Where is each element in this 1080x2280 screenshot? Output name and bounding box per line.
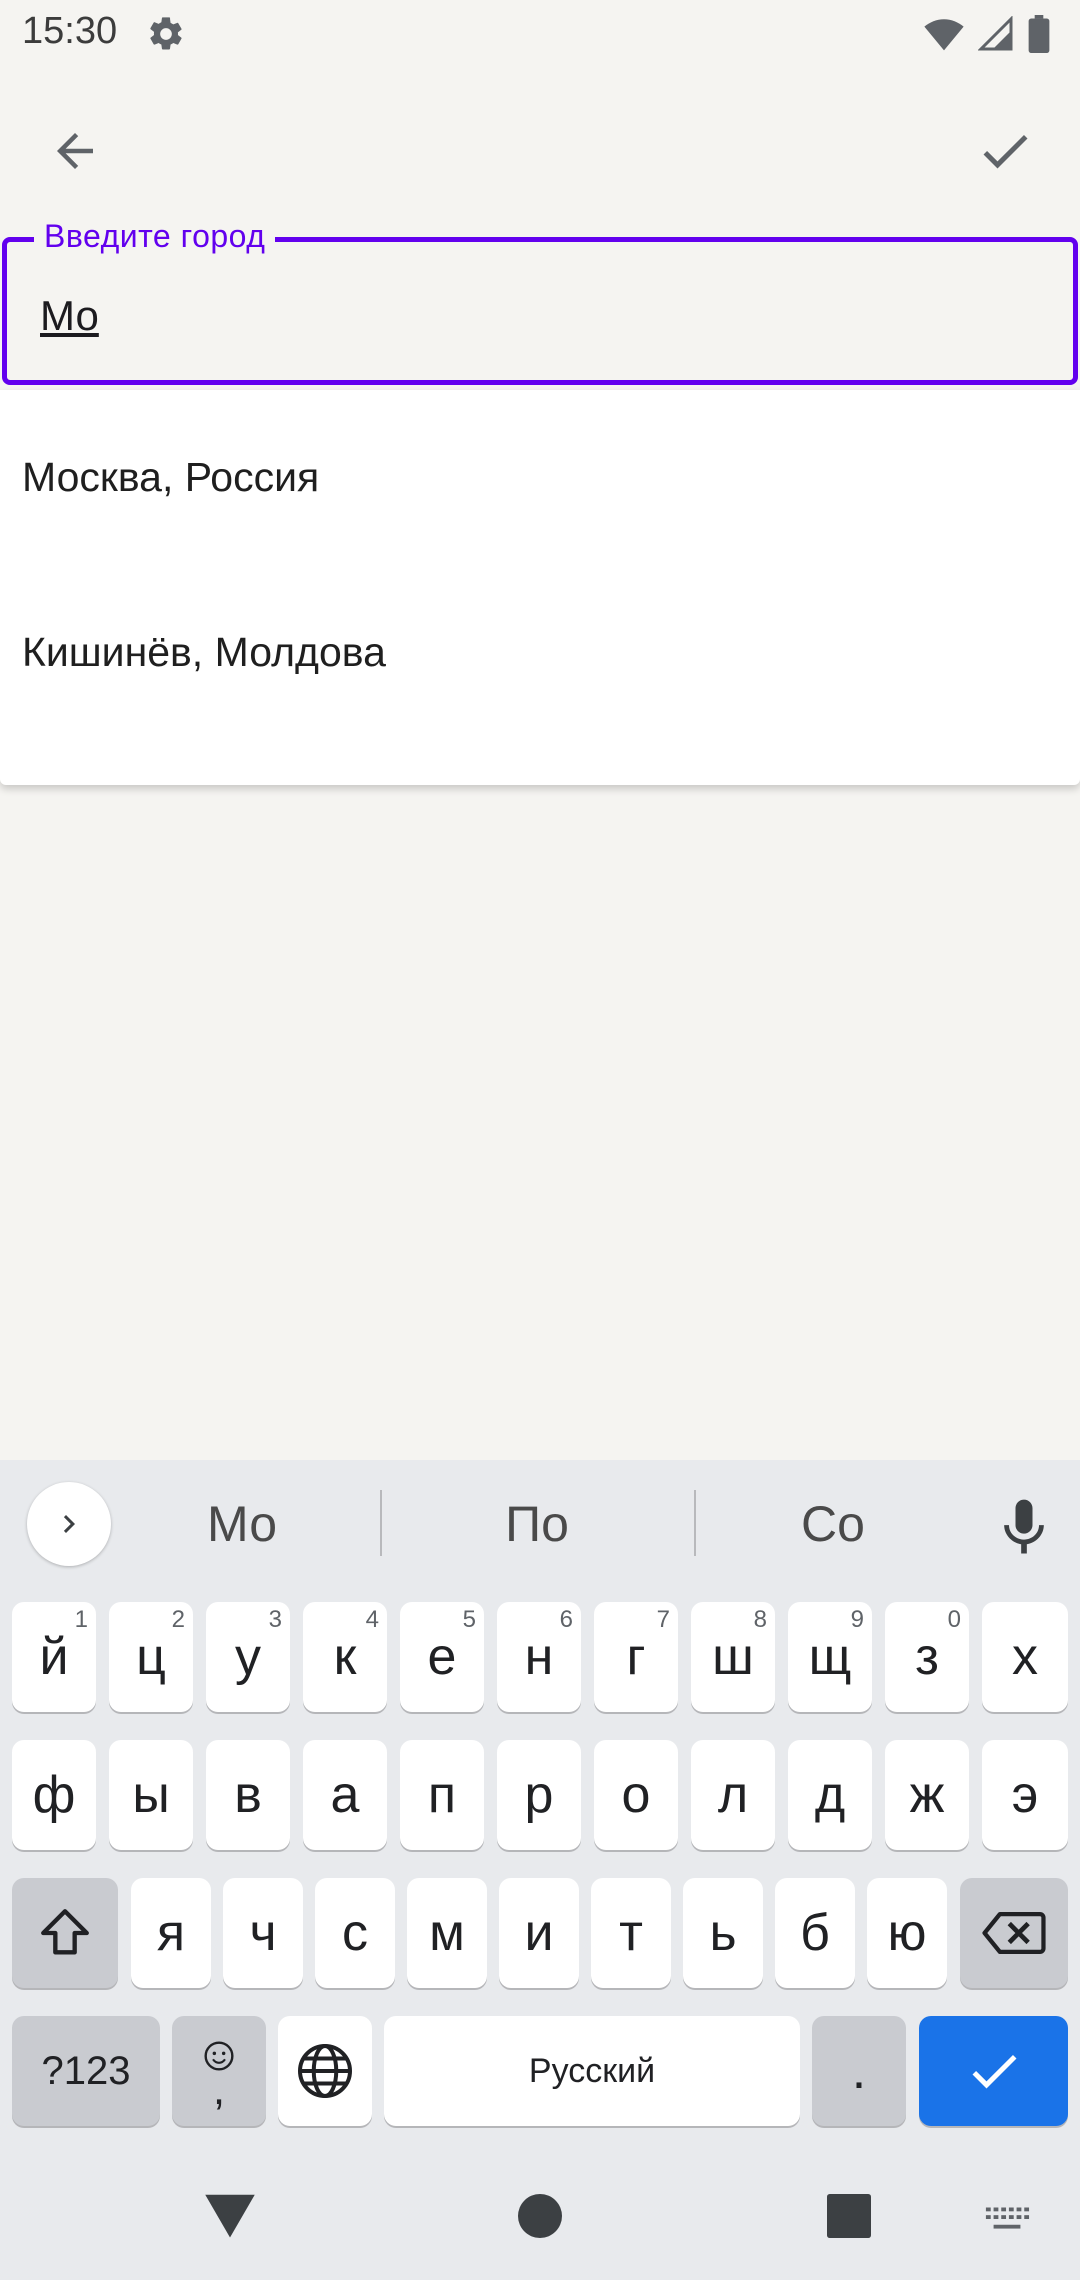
key-с[interactable]: с xyxy=(315,1878,395,1988)
nav-home-icon[interactable] xyxy=(518,2194,562,2238)
check-icon xyxy=(983,134,1028,169)
key-в[interactable]: в xyxy=(206,1740,290,1850)
settings-icon xyxy=(150,17,182,50)
key-ж[interactable]: ж xyxy=(885,1740,969,1850)
language-key[interactable] xyxy=(278,2016,372,2126)
chevron-right-icon xyxy=(63,1515,75,1533)
suggestion-item[interactable]: Москва, Россия xyxy=(0,390,1080,565)
keyboard: Мо По Со й1 ц2 у3 к4 е5 н6 г7 ш8 щ9 з0 х… xyxy=(0,1460,1080,2280)
suggestions-dropdown: Москва, Россия Кишинёв, Молдова xyxy=(0,390,1080,785)
globe-icon xyxy=(298,2044,352,2098)
key-hint: 9 xyxy=(850,1606,864,1633)
key-н[interactable]: н6 xyxy=(497,1602,581,1712)
signal-icon xyxy=(978,16,1013,51)
nav-recents-icon[interactable] xyxy=(827,2194,871,2238)
key-б[interactable]: б xyxy=(775,1878,855,1988)
key-ш[interactable]: ш8 xyxy=(691,1602,775,1712)
key-е[interactable]: е5 xyxy=(400,1602,484,1712)
key-з[interactable]: з0 xyxy=(885,1602,969,1712)
keyboard-switch-icon[interactable] xyxy=(984,2204,1030,2234)
key-hint: 4 xyxy=(365,1606,379,1633)
key-ц[interactable]: ц2 xyxy=(109,1602,193,1712)
key-label: х xyxy=(1012,1628,1038,1686)
keyboard-suggestion-strip: Мо По Со xyxy=(0,1460,1080,1586)
key-label: г xyxy=(626,1628,646,1686)
back-button[interactable] xyxy=(30,106,120,196)
battery-icon xyxy=(1028,15,1050,53)
key-label: з xyxy=(915,1628,939,1686)
key-ю[interactable]: ю xyxy=(867,1878,947,1988)
key-а[interactable]: а xyxy=(303,1740,387,1850)
microphone-icon[interactable] xyxy=(990,1494,1058,1562)
key-hint: 6 xyxy=(559,1606,573,1633)
key-х[interactable]: х xyxy=(982,1602,1068,1712)
key-hint: 0 xyxy=(947,1606,961,1633)
keyboard-suggestion[interactable]: По xyxy=(417,1482,657,1566)
key-hint: 5 xyxy=(462,1606,476,1633)
enter-key[interactable] xyxy=(919,2016,1068,2126)
key-т[interactable]: т xyxy=(591,1878,671,1988)
key-label: щ xyxy=(808,1628,852,1686)
expand-toolbar-button[interactable] xyxy=(27,1482,111,1566)
key-у[interactable]: у3 xyxy=(206,1602,290,1712)
confirm-button[interactable] xyxy=(960,106,1050,196)
key-ч[interactable]: ч xyxy=(223,1878,303,1988)
check-icon xyxy=(972,2054,1016,2089)
key-щ[interactable]: щ9 xyxy=(788,1602,872,1712)
key-hint: 1 xyxy=(74,1606,88,1633)
keyboard-suggestion[interactable]: Со xyxy=(713,1482,953,1566)
key-д[interactable]: д xyxy=(788,1740,872,1850)
key-л[interactable]: л xyxy=(691,1740,775,1850)
symbols-key[interactable]: ?123 xyxy=(12,2016,160,2126)
suggestion-divider xyxy=(694,1490,696,1556)
key-р[interactable]: р xyxy=(497,1740,581,1850)
key-label: к xyxy=(333,1628,357,1686)
key-я[interactable]: я xyxy=(131,1878,211,1988)
key-label: ц xyxy=(136,1628,166,1686)
key-hint: 8 xyxy=(753,1606,767,1633)
key-hint: 3 xyxy=(268,1606,282,1633)
space-key[interactable]: Русский xyxy=(384,2016,800,2126)
key-hint: 2 xyxy=(171,1606,185,1633)
arrow-back-icon xyxy=(57,133,93,169)
status-time: 15:30 xyxy=(22,10,118,52)
wifi-icon xyxy=(924,19,964,51)
key-п[interactable]: п xyxy=(400,1740,484,1850)
suggestion-item[interactable]: Кишинёв, Молдова xyxy=(0,565,1080,740)
key-ы[interactable]: ы xyxy=(109,1740,193,1850)
comma-label: , xyxy=(212,2065,226,2114)
key-label: й xyxy=(39,1628,69,1686)
period-key[interactable]: . xyxy=(812,2016,906,2126)
key-г[interactable]: г7 xyxy=(594,1602,678,1712)
shift-key[interactable] xyxy=(12,1878,118,1988)
shift-icon xyxy=(41,1909,89,1955)
key-и[interactable]: и xyxy=(499,1878,579,1988)
key-ф[interactable]: ф xyxy=(12,1740,96,1850)
key-о[interactable]: о xyxy=(594,1740,678,1850)
key-й[interactable]: й1 xyxy=(12,1602,96,1712)
backspace-key[interactable] xyxy=(960,1878,1068,1988)
city-input[interactable] xyxy=(40,288,1020,344)
app-bar xyxy=(0,66,1080,216)
key-label: ш xyxy=(712,1628,754,1686)
keyboard-suggestion[interactable]: Мо xyxy=(122,1482,362,1566)
key-ь[interactable]: ь xyxy=(683,1878,763,1988)
backspace-icon xyxy=(982,1912,1046,1954)
key-label: е xyxy=(427,1628,457,1686)
key-м[interactable]: м xyxy=(407,1878,487,1988)
key-э[interactable]: э xyxy=(982,1740,1068,1850)
city-field-label: Введите город xyxy=(34,218,276,255)
emoji-comma-key[interactable]: , xyxy=(172,2016,266,2126)
key-label: у xyxy=(235,1628,261,1686)
navigation-bar xyxy=(0,2160,1080,2280)
key-к[interactable]: к4 xyxy=(303,1602,387,1712)
suggestion-divider xyxy=(380,1490,382,1556)
status-bar: 15:30 xyxy=(0,0,1080,66)
key-hint: 7 xyxy=(656,1606,670,1633)
key-label: н xyxy=(524,1628,554,1686)
nav-back-icon[interactable] xyxy=(203,2190,257,2240)
